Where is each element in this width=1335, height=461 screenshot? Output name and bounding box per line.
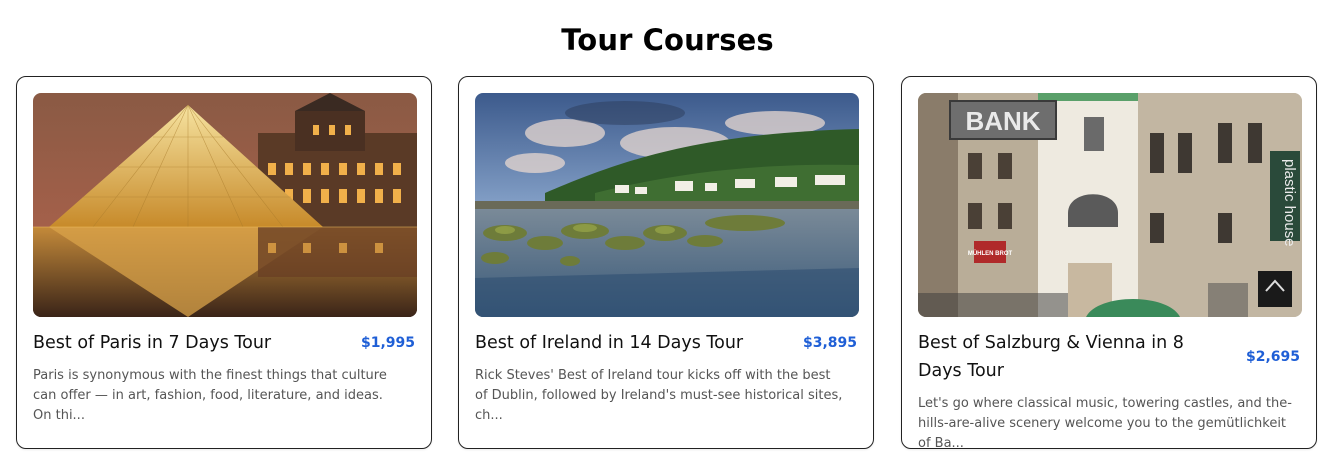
page-title: Tour Courses <box>561 23 774 57</box>
muhlen-sign-text: MÜHLEN BROT <box>968 250 1013 257</box>
tour-image-paris[interactable] <box>33 93 417 317</box>
tour-image-vienna[interactable]: BANK plastic house MÜHLEN BROT <box>918 93 1302 317</box>
tour-description: Paris is synonymous with the finest thin… <box>33 368 387 423</box>
tour-card-paris[interactable]: Best of Paris in 7 Days Tour $1,995 Pari… <box>16 76 432 449</box>
tour-image-ireland[interactable] <box>475 93 859 317</box>
tour-description: Let's go where classical music, towering… <box>918 396 1292 451</box>
bank-sign-text: BANK <box>965 106 1040 136</box>
tour-courses-page: Tour Courses Best of Paris in 7 Days Tou… <box>0 0 1335 461</box>
tour-price: $1,995 <box>360 335 415 351</box>
tour-card-ireland[interactable]: Best of Ireland in 14 Days Tour $3,895 R… <box>458 76 874 449</box>
tour-description: Rick Steves' Best of Ireland tour kicks … <box>475 368 843 423</box>
tour-card-salzburg-vienna[interactable]: BANK plastic house MÜHLEN BROT Best of S… <box>901 76 1317 451</box>
tour-price: $2,695 <box>1245 349 1300 365</box>
plastic-house-sign-text: plastic house <box>1281 159 1298 247</box>
tour-title[interactable]: Best of Ireland in 14 Days Tour <box>475 329 775 357</box>
tour-price: $3,895 <box>802 335 857 351</box>
tour-title[interactable]: Best of Paris in 7 Days Tour <box>33 329 333 357</box>
tour-title[interactable]: Best of Salzburg & Vienna in 8 Days Tour <box>918 329 1218 385</box>
